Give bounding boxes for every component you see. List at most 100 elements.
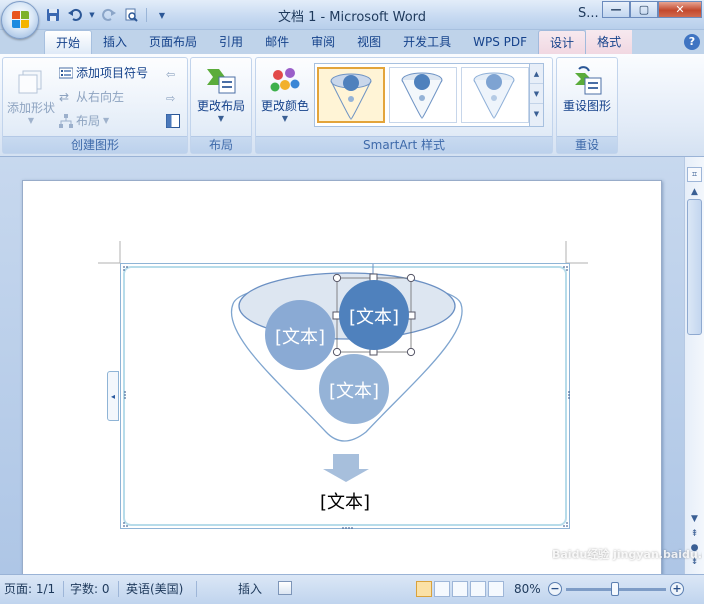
layout-dropdown[interactable]: 布局 ▼: [59, 112, 109, 130]
draft-view-icon[interactable]: [488, 581, 504, 597]
office-logo-icon: [12, 11, 30, 29]
arrow-right-icon: ⇨: [166, 92, 176, 105]
prev-page-icon[interactable]: ⇞: [687, 527, 702, 542]
help-icon[interactable]: ?: [684, 34, 700, 50]
smartart-style-gallery: ▲ ▼ ▼: [314, 63, 544, 127]
zoom-level[interactable]: 80%: [514, 580, 541, 598]
bullet-list-icon: [58, 66, 74, 80]
change-layout-icon: [205, 65, 237, 97]
maximize-button[interactable]: ▢: [630, 1, 658, 18]
reset-graphic-icon: [571, 65, 603, 97]
vertical-scrollbar[interactable]: ⌗ ▲ ▼ ⇞ ● ⇟: [684, 157, 704, 574]
style-thumbnail-1[interactable]: [317, 67, 385, 123]
add-shape-icon: [15, 67, 47, 99]
reset-graphic-label: 重设图形: [562, 99, 611, 113]
chevron-down-icon: ▼: [103, 116, 110, 125]
color-palette-icon: [269, 65, 301, 97]
swap-arrows-icon: ⇄: [59, 90, 70, 104]
tab-review[interactable]: 审阅: [300, 30, 346, 54]
print-layout-view-icon[interactable]: [416, 581, 432, 597]
gallery-more-icon[interactable]: ▼: [530, 104, 543, 124]
group-reset: 重设图形 重设: [556, 57, 618, 154]
window-controls: — ▢ ✕: [602, 1, 702, 18]
zoom-slider[interactable]: [566, 582, 666, 596]
web-layout-view-icon[interactable]: [452, 581, 468, 597]
scroll-up-icon[interactable]: ▲: [687, 185, 702, 200]
text-pane-toggle[interactable]: ◂: [107, 371, 119, 421]
funnel-node-left-text[interactable]: [文本]: [260, 323, 340, 349]
group-smartart-styles: 更改颜色 ▼ ▲ ▼ ▼ SmartArt 样式: [255, 57, 553, 154]
document-area: ◂ [文本] [文本] [文本] [文本]: [0, 157, 684, 580]
funnel-node-top-text[interactable]: [文本]: [334, 303, 414, 329]
chevron-down-icon: ▼: [281, 114, 289, 123]
status-separator: [118, 581, 119, 597]
gallery-scroll: ▲ ▼ ▼: [529, 64, 543, 126]
tab-developer[interactable]: 开发工具: [392, 30, 462, 54]
tab-wps-pdf[interactable]: WPS PDF: [462, 30, 538, 54]
title-bar: ▼ ▼ 文档 1 - Microsoft Word S... — ▢ ✕: [0, 0, 704, 39]
tab-format[interactable]: 格式: [586, 30, 633, 54]
close-button[interactable]: ✕: [658, 1, 702, 18]
chevron-down-icon: ▼: [217, 114, 225, 123]
tab-mailings[interactable]: 邮件: [254, 30, 300, 54]
smartart-frame[interactable]: ◂ [文本] [文本] [文本] [文本]: [107, 263, 570, 529]
group-label-reset: 重设: [557, 136, 617, 153]
zoom-slider-knob[interactable]: [611, 582, 619, 596]
change-colors-label: 更改颜色: [260, 99, 309, 113]
reset-graphic-button[interactable]: 重设图形: [559, 61, 615, 114]
zoom-in-button[interactable]: +: [670, 582, 684, 596]
scroll-down-icon[interactable]: ▼: [687, 512, 702, 527]
ruler-toggle-icon[interactable]: ⌗: [687, 167, 702, 182]
office-button[interactable]: [1, 1, 39, 39]
tab-page-layout[interactable]: 页面布局: [138, 30, 208, 54]
add-bullet-label: 添加项目符号: [76, 66, 149, 80]
add-shape-label: 添加形状: [6, 101, 55, 115]
tab-insert[interactable]: 插入: [92, 30, 138, 54]
text-pane-icon: [166, 114, 180, 128]
add-shape-button[interactable]: 添加形状 ▼: [5, 61, 57, 125]
change-colors-button[interactable]: 更改颜色 ▼: [258, 61, 312, 123]
arrow-left-icon: ⇦: [166, 68, 176, 81]
demote-button[interactable]: ⇨: [166, 88, 180, 106]
ribbon: 添加形状 ▼ 添加项目符号 ⇄ 从右向左 布局 ▼ ⇦ ⇨ 创建图形 更改布局 …: [0, 54, 704, 157]
watermark: Baidu经验 jingyan.baidu.com: [552, 548, 702, 561]
gallery-up-icon[interactable]: ▲: [530, 64, 543, 84]
outline-view-icon[interactable]: [470, 581, 486, 597]
insert-mode[interactable]: 插入: [238, 580, 262, 598]
funnel-node-bottom-text[interactable]: [文本]: [314, 377, 394, 403]
group-layouts: 更改布局 ▼ 布局: [190, 57, 252, 154]
status-separator: [196, 581, 197, 597]
tab-home[interactable]: 开始: [44, 30, 93, 54]
minimize-button[interactable]: —: [602, 1, 630, 18]
document-page[interactable]: ◂ [文本] [文本] [文本] [文本]: [22, 180, 662, 580]
text-pane-button[interactable]: [166, 112, 180, 130]
window-title-fragment: S...: [578, 6, 599, 21]
group-label-layouts: 布局: [191, 136, 251, 153]
word-count[interactable]: 字数: 0: [70, 580, 110, 598]
tab-references[interactable]: 引用: [208, 30, 254, 54]
tab-view[interactable]: 视图: [346, 30, 392, 54]
add-bullet-button[interactable]: 添加项目符号: [58, 64, 149, 82]
chevron-down-icon: ▼: [27, 116, 35, 125]
style-thumbnail-3[interactable]: [461, 67, 529, 123]
style-thumbnail-2[interactable]: [389, 67, 457, 123]
group-label-smartart-styles: SmartArt 样式: [256, 136, 552, 153]
macro-record-icon[interactable]: [278, 581, 292, 595]
change-layout-button[interactable]: 更改布局 ▼: [193, 61, 249, 123]
ribbon-tabs: 开始 插入 页面布局 引用 邮件 审阅 视图 开发工具 WPS PDF 设计 格…: [0, 30, 704, 54]
gallery-down-icon[interactable]: ▼: [530, 84, 543, 104]
tab-design[interactable]: 设计: [538, 30, 587, 54]
status-separator: [63, 581, 64, 597]
language-indicator[interactable]: 英语(美国): [126, 580, 183, 598]
promote-button[interactable]: ⇦: [166, 64, 180, 82]
status-bar: 页面: 1/1 字数: 0 英语(美国) 插入 80% − +: [0, 574, 704, 604]
page-count[interactable]: 页面: 1/1: [4, 580, 55, 598]
zoom-out-button[interactable]: −: [548, 582, 562, 596]
group-create-graphic: 添加形状 ▼ 添加项目符号 ⇄ 从右向左 布局 ▼ ⇦ ⇨ 创建图形: [2, 57, 188, 154]
scroll-thumb[interactable]: [687, 199, 702, 335]
group-label-create-graphic: 创建图形: [3, 136, 187, 153]
full-screen-reading-view-icon[interactable]: [434, 581, 450, 597]
funnel-result-text[interactable]: [文本]: [121, 488, 569, 514]
right-to-left-button[interactable]: ⇄ 从右向左: [59, 88, 124, 106]
right-to-left-label: 从右向左: [76, 90, 125, 104]
